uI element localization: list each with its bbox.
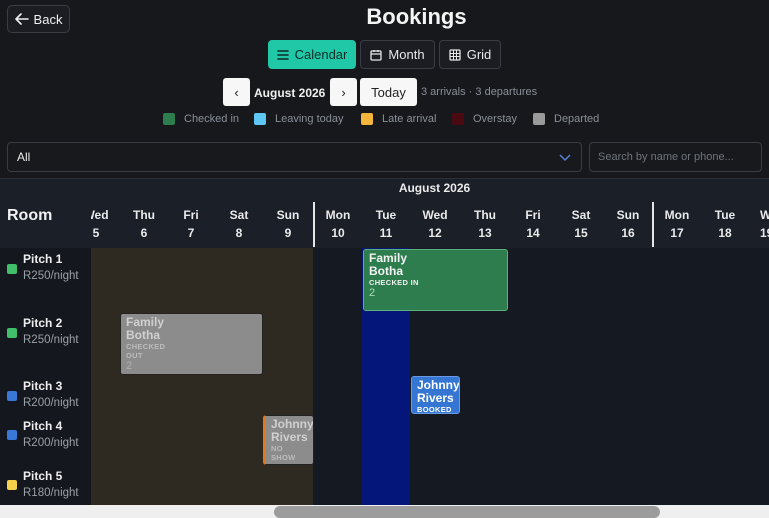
booking-status: CHECKED IN [369,278,419,287]
past-days-area [91,248,313,505]
room-rate: R250/night [23,270,79,282]
legend-label: Leaving today [275,113,344,125]
room-name-pitch-4[interactable]: Pitch 4 [23,419,62,433]
room-name-pitch-3[interactable]: Pitch 3 [23,379,62,393]
page-title: Bookings [366,4,467,29]
legend-checked-in: Checked in [163,113,239,125]
legend-label: Late arrival [382,113,437,125]
today-button[interactable]: Today [360,78,417,106]
week-divider [313,202,315,247]
day-header-thu-13: Thu 13 [474,208,496,240]
room-status-dot [7,480,17,490]
list-icon [276,49,289,60]
legend-swatch [254,113,266,125]
legend-swatch [452,113,464,125]
booking-johnny-rivers-booked[interactable]: Johnny Rivers BOOKED [411,376,460,414]
room-filter-select[interactable]: All [7,142,582,172]
room-status-dot [7,264,17,274]
search-input[interactable] [589,142,762,172]
legend-swatch [361,113,373,125]
booking-guest-name: Johnny Rivers [271,417,314,444]
booking-guest-count: 2 [126,360,133,372]
booking-guest-name: Family Botha [126,315,165,342]
horizontal-scrollbar-thumb[interactable] [274,506,660,518]
grid-month-label: August 2026 [398,181,471,195]
booking-family-botha-checked-out[interactable]: Family Botha CHECKED OUT 2 [120,313,263,375]
view-grid-button[interactable]: Grid [439,40,501,69]
room-rate: R180/night [23,487,79,499]
prev-month-button[interactable]: ‹ [223,78,250,106]
day-header-sun-16: Sun 16 [616,208,640,240]
booking-status: BOOKED [417,405,452,414]
view-grid-label: Grid [466,47,492,62]
legend-overstay: Overstay [452,113,517,125]
legend-label: Checked in [184,113,240,125]
booking-johnny-rivers-no-show[interactable]: Johnny Rivers NO SHOW [263,415,314,465]
booking-calendar-grid: August 2026 Room Wed5 Thu6 Fri7 Sat8 Sun… [0,178,769,505]
day-header-fri-14: Fri 14 [525,208,541,240]
room-filter-value: All [17,150,31,164]
view-month-button[interactable]: Month [360,40,435,69]
booking-family-botha-checked-in[interactable]: Family Botha CHECKED IN 2 [363,249,508,311]
week-divider [652,202,654,247]
room-header-label: Room [7,207,53,224]
room-status-dot [7,391,17,401]
grid-icon [449,48,461,61]
booking-status: NO SHOW [271,444,296,462]
legend-swatch [163,113,175,125]
booking-status: CHECKED OUT [126,342,166,360]
day-header-thu-6: Thu 6 [133,208,155,240]
arrivals-summary: 3 arrivals · 3 departures [421,86,538,98]
room-status-dot [7,430,17,440]
day-header-sat-15: Sat 15 [571,208,591,240]
legend-swatch [533,113,545,125]
room-column [0,248,91,505]
booking-guest-count: 2 [369,287,376,299]
day-header-sun-9: Sun 9 [276,208,300,240]
room-name-pitch-1[interactable]: Pitch 1 [23,252,62,266]
calendar-icon [370,49,383,61]
day-header-mon-17: Mon 17 [664,208,690,240]
view-month-label: Month [388,47,425,62]
booking-guest-name: Family Botha [369,251,408,278]
chevron-down-icon [559,154,571,162]
room-rate: R200/night [23,397,79,409]
room-name-pitch-5[interactable]: Pitch 5 [23,469,62,483]
current-month-label: August 2026 [254,86,326,100]
legend-late-arrival: Late arrival [361,113,436,125]
legend-leaving-today: Leaving today [254,113,344,125]
legend-label: Overstay [473,113,518,125]
room-rate: R200/night [23,437,79,449]
day-header-sat-8: Sat 8 [229,208,249,240]
day-header-wed-19: Wed19 [760,208,769,240]
day-header-mon-10: Mon 10 [325,208,351,240]
view-calendar-label: Calendar [294,47,348,62]
booking-guest-name: Johnny Rivers [417,378,460,405]
legend-departed: Departed [533,113,599,125]
day-header-tue-11: Tue 11 [375,208,397,240]
room-rate: R250/night [23,334,79,346]
room-name-pitch-2[interactable]: Pitch 2 [23,316,62,330]
day-header-fri-7: Fri 7 [183,208,199,240]
view-calendar-button[interactable]: Calendar [268,40,356,69]
legend-label: Departed [554,113,600,125]
day-header-wed-12: Wed 12 [422,208,448,240]
room-status-dot [7,328,17,338]
next-month-button[interactable]: › [330,78,357,106]
